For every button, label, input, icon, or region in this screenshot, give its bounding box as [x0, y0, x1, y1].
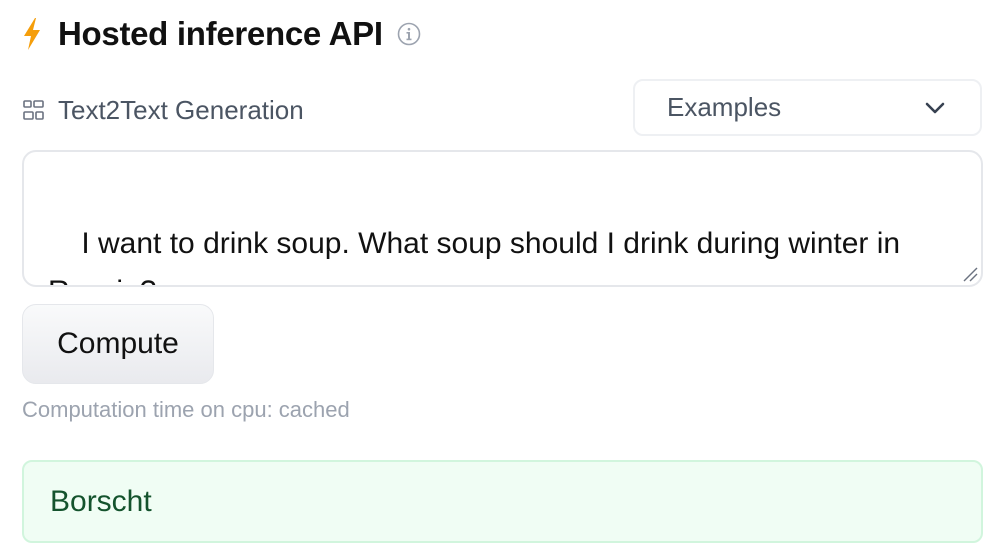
inference-widget: Hosted inference API Text2Text Generatio…	[0, 0, 1004, 560]
output-text: Borscht	[50, 484, 152, 518]
input-textarea[interactable]: I want to drink soup. What soup should I…	[22, 150, 983, 287]
task-type-row: Text2Text Generation	[22, 88, 304, 132]
task-type-label: Text2Text Generation	[58, 94, 304, 125]
compute-button[interactable]: Compute	[22, 304, 214, 384]
task-icon	[23, 100, 44, 120]
info-icon[interactable]	[397, 22, 421, 46]
output-result: Borscht	[22, 460, 983, 543]
lightning-bolt-icon	[24, 18, 40, 50]
chevron-down-icon	[925, 102, 945, 113]
widget-header: Hosted inference API	[22, 12, 421, 56]
resize-handle-icon[interactable]	[962, 266, 978, 282]
widget-title: Hosted inference API	[58, 15, 383, 52]
examples-dropdown[interactable]: Examples	[633, 79, 982, 136]
input-text: I want to drink soup. What soup should I…	[48, 227, 901, 285]
computation-time-text: Computation time on cpu: cached	[22, 397, 350, 422]
examples-dropdown-label: Examples	[667, 92, 782, 122]
